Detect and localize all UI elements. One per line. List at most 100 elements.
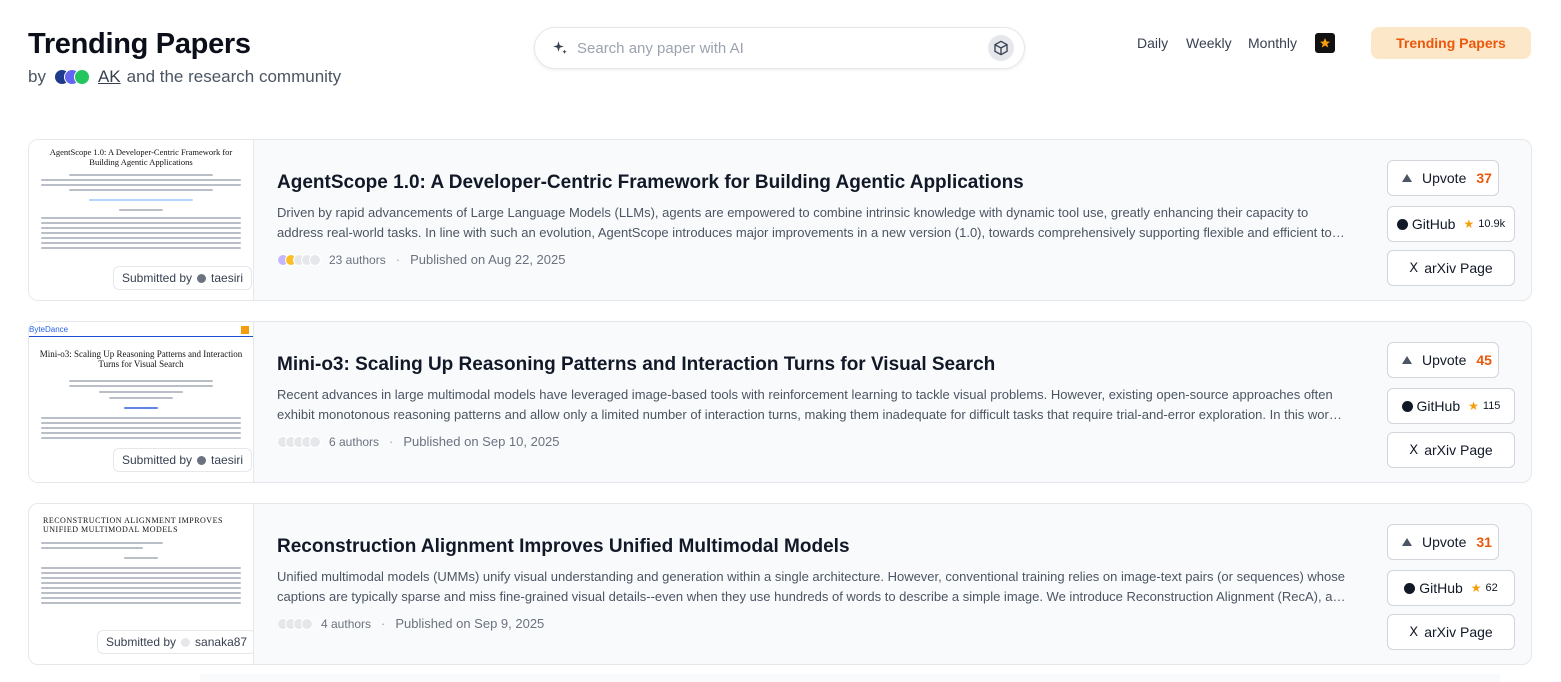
thumbnail-brand: ByteDance: [29, 325, 69, 334]
thumbnail-line: [41, 246, 241, 249]
github-button[interactable]: GitHub ★ 115: [1387, 388, 1515, 424]
submitted-by-badge[interactable]: Submitted by sanaka87: [97, 630, 253, 654]
arxiv-page-button[interactable]: Ⅹ arXiv Page: [1387, 432, 1515, 468]
next-card-edge: [200, 674, 1500, 682]
thumbnail-line: [41, 178, 241, 181]
paper-thumbnail[interactable]: AgentScope 1.0: A Developer-Centric Fram…: [29, 140, 254, 300]
thumbnail-line: [41, 221, 241, 224]
avatar: [73, 69, 90, 85]
search-input[interactable]: [577, 39, 988, 57]
thumbnail-line: [41, 216, 241, 219]
upvote-button[interactable]: Upvote 37: [1387, 160, 1499, 196]
random-paper-dice-icon[interactable]: [988, 35, 1014, 61]
arxiv-x-icon: Ⅹ: [1409, 624, 1419, 639]
thumbnail-line: [41, 597, 241, 600]
thumbnail-line: [89, 198, 193, 201]
thumbnail-line: [41, 572, 241, 575]
author-count: 4 authors: [321, 616, 372, 631]
trending-papers-button[interactable]: Trending Papers: [1371, 27, 1531, 59]
author-avatars: [277, 617, 313, 630]
thumbnail-line: [69, 188, 213, 191]
author-avatar: [309, 253, 321, 266]
thumbnail-line: [41, 183, 241, 186]
paper-title[interactable]: Reconstruction Alignment Improves Unifie…: [277, 536, 850, 558]
nav-daily-label[interactable]: Daily: [1137, 35, 1168, 51]
ak-link[interactable]: AK: [98, 67, 121, 87]
submitter-name[interactable]: sanaka87: [195, 635, 247, 649]
published-date: Published on Aug 22, 2025: [410, 252, 566, 267]
arxiv-page-button[interactable]: Ⅹ arXiv Page: [1387, 614, 1515, 650]
page-title: Trending Papers: [28, 28, 251, 60]
thumbnail-line: [41, 226, 241, 229]
github-stars: 62: [1485, 582, 1498, 594]
github-stars: 10.9k: [1478, 218, 1506, 230]
sparkle-icon: [553, 41, 567, 54]
github-button[interactable]: GitHub ★ 10.9k: [1387, 206, 1515, 242]
university-logo-icon: [241, 325, 249, 334]
nav-monthly[interactable]: Monthly: [1248, 35, 1297, 51]
submitter-avatar: [181, 637, 191, 647]
paper-title[interactable]: Mini-o3: Scaling Up Reasoning Patterns a…: [277, 354, 995, 376]
byline-community: and the research community: [126, 67, 342, 86]
thumbnail-title: AgentScope 1.0: A Developer-Centric Fram…: [49, 147, 233, 167]
submitter-name[interactable]: taesiri: [211, 271, 243, 285]
published-date: Published on Sep 9, 2025: [395, 616, 545, 631]
upvote-button[interactable]: Upvote 31: [1387, 524, 1499, 560]
nav-weekly-label[interactable]: Weekly: [1186, 35, 1232, 51]
paper-card[interactable]: AgentScope 1.0: A Developer-Centric Fram…: [28, 139, 1532, 301]
paper-card[interactable]: RECONSTRUCTION ALIGNMENT IMPROVES UNIFIE…: [28, 503, 1532, 665]
arxiv-x-icon: Ⅹ: [1409, 442, 1419, 457]
arxiv-label: arXiv Page: [1424, 260, 1493, 276]
nav-monthly-label[interactable]: Monthly: [1248, 35, 1297, 51]
thumbnail-line: [41, 231, 241, 234]
upvote-arrow-icon: [1402, 174, 1412, 182]
paper-card[interactable]: ByteDance Mini-o3: Scaling Up Reasoning …: [28, 321, 1532, 483]
star-icon: ★: [1463, 217, 1475, 231]
upvote-arrow-icon: [1402, 356, 1412, 364]
nav-weekly[interactable]: Weekly: [1186, 35, 1232, 51]
paper-thumbnail[interactable]: ByteDance Mini-o3: Scaling Up Reasoning …: [29, 322, 254, 482]
star-filter-icon[interactable]: [1315, 33, 1335, 53]
thumbnail-title: RECONSTRUCTION ALIGNMENT IMPROVES UNIFIE…: [43, 516, 223, 535]
thumbnail-line: [41, 587, 241, 590]
upvote-count: 37: [1476, 170, 1492, 186]
submitted-by-badge[interactable]: Submitted by taesiri: [113, 266, 253, 290]
github-button[interactable]: GitHub ★ 62: [1387, 570, 1515, 606]
paper-abstract: Unified multimodal models (UMMs) unify v…: [277, 569, 1345, 604]
submitter-name[interactable]: taesiri: [211, 453, 243, 467]
arxiv-x-icon: Ⅹ: [1409, 260, 1419, 275]
upvote-arrow-icon: [1402, 538, 1412, 546]
thumbnail-line: [99, 390, 183, 393]
thumbnail-title: Mini-o3: Scaling Up Reasoning Patterns a…: [39, 349, 243, 370]
paper-thumbnail[interactable]: RECONSTRUCTION ALIGNMENT IMPROVES UNIFIE…: [29, 504, 254, 664]
thumbnail-line: [124, 557, 158, 560]
thumbnail-line: [41, 542, 163, 545]
arxiv-page-button[interactable]: Ⅹ arXiv Page: [1387, 250, 1515, 286]
thumbnail-line: [41, 582, 241, 585]
nav-daily[interactable]: Daily: [1137, 35, 1168, 51]
thumbnail-line: [41, 426, 241, 429]
upvote-label: Upvote: [1422, 170, 1467, 186]
github-label: GitHub: [1416, 398, 1461, 414]
thumbnail-line: [41, 547, 143, 550]
author-count: 6 authors: [329, 434, 380, 449]
upvote-button[interactable]: Upvote 45: [1387, 342, 1499, 378]
paper-title[interactable]: AgentScope 1.0: A Developer-Centric Fram…: [277, 172, 1024, 194]
thumbnail-line: [41, 592, 241, 595]
upvote-label: Upvote: [1422, 534, 1467, 550]
github-icon: [1396, 218, 1408, 230]
arxiv-label: arXiv Page: [1424, 442, 1493, 458]
thumbnail-line: [41, 436, 241, 439]
thumbnail-line: [41, 241, 241, 244]
author-avatars: [277, 435, 321, 448]
star-icon: ★: [1468, 399, 1479, 413]
published-date: Published on Sep 10, 2025: [403, 434, 560, 449]
submitted-by-badge[interactable]: Submitted by taesiri: [113, 448, 253, 472]
community-avatars: [53, 69, 90, 85]
thumbnail-line: [41, 431, 241, 434]
byline: by AK and the research community: [28, 67, 341, 87]
submitted-label: Submitted by: [122, 271, 193, 285]
thumbnail-line: [41, 421, 241, 424]
search-bar[interactable]: [534, 27, 1025, 69]
upvote-label: Upvote: [1422, 352, 1467, 368]
